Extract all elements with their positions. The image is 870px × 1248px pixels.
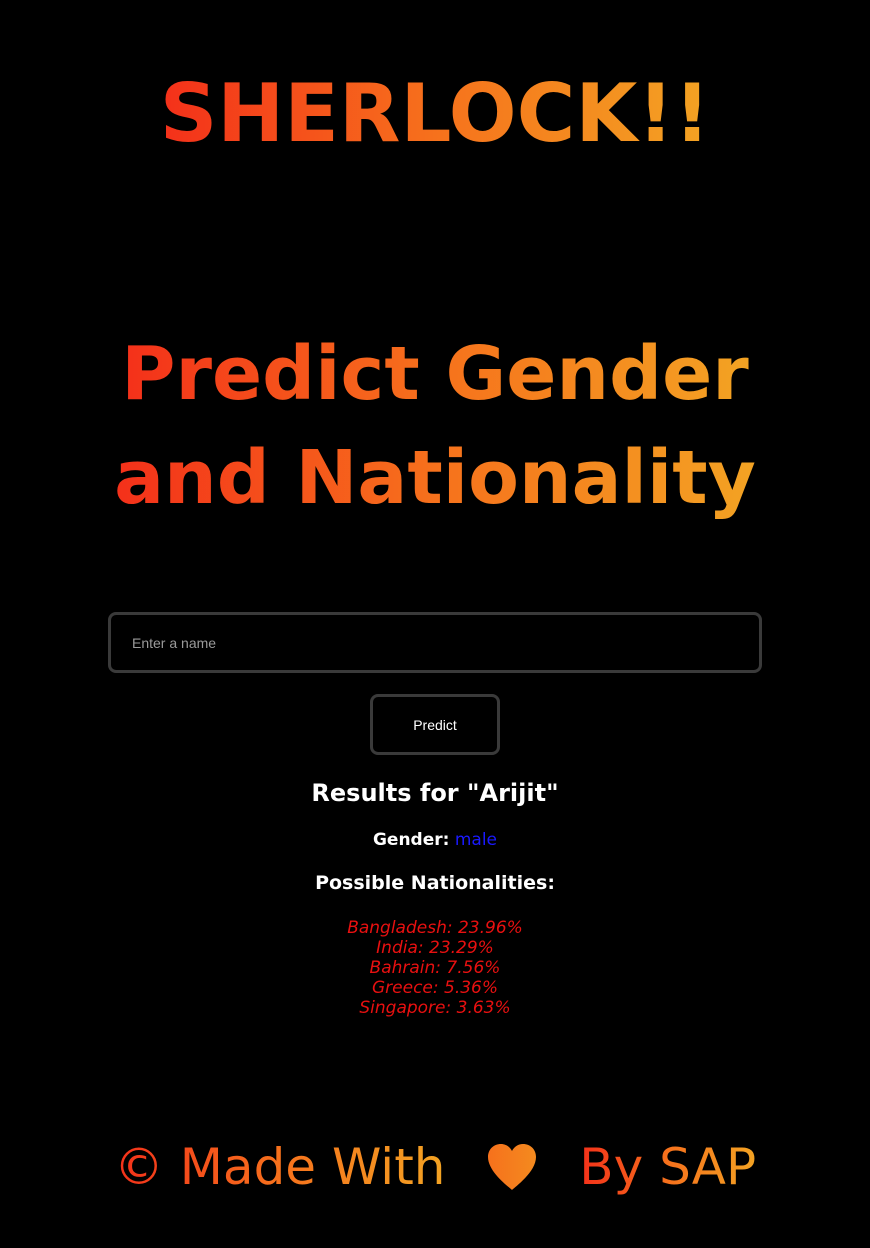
app-logo: SHERLOCK!!: [0, 68, 870, 160]
headline-line-1: Predict Gender: [121, 322, 749, 426]
nationality-item: Bangladesh: 23.96%: [347, 918, 523, 938]
nationality-item: Bahrain: 7.56%: [369, 958, 501, 978]
name-input[interactable]: [108, 612, 762, 673]
footer: © Made With By SAP: [0, 1130, 870, 1200]
nationality-item: Singapore: 3.63%: [359, 998, 511, 1018]
footer-by-sap: By SAP: [579, 1134, 756, 1200]
gender-value: male: [454, 830, 498, 850]
predict-button[interactable]: Predict: [370, 694, 500, 755]
gender-result: Gender: male: [0, 828, 870, 852]
nationalities-list: Bangladesh: 23.96% India: 23.29% Bahrain…: [0, 918, 870, 1018]
headline-line-2: and Nationality: [114, 426, 756, 530]
footer-made-with: © Made With: [114, 1134, 446, 1200]
nationality-item: India: 23.29%: [376, 938, 494, 958]
results-title: Results for "Arijit": [311, 779, 559, 807]
logo-text: SHERLOCK!!: [159, 67, 711, 160]
nationality-item: Greece: 5.36%: [371, 978, 499, 998]
page-headline: Predict Gender and Nationality: [0, 322, 870, 530]
gender-label: Gender:: [372, 830, 450, 850]
nationalities-title: Possible Nationalities:: [315, 872, 555, 894]
heart-icon: [488, 1143, 537, 1190]
